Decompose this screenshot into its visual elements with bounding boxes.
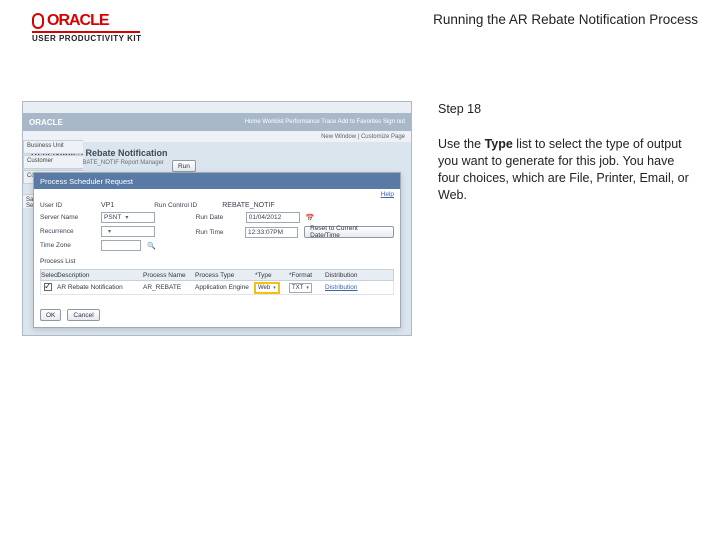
reset-datetime-button[interactable]: Reset to Current Date/Time <box>304 226 394 238</box>
step-label: Step 18 <box>438 101 698 118</box>
modal-top-grid: User ID VP1 Run Control ID REBATE_NOTIF <box>40 202 394 212</box>
row-description: AR Rebate Notification <box>55 284 143 291</box>
col-distribution: Distribution <box>325 272 393 279</box>
row-select-checkbox[interactable] <box>44 283 52 291</box>
modal-title: Process Scheduler Request <box>40 177 133 186</box>
page-toolbar-links[interactable]: New Window | Customize Page <box>321 134 405 140</box>
ok-button[interactable]: OK <box>40 309 61 321</box>
brandbar-links[interactable]: Home Worklist Performance Trace Add to F… <box>245 119 405 125</box>
row-recurrence: Recurrence <box>40 226 156 237</box>
doc-title: Running the AR Rebate Notification Proce… <box>433 12 698 27</box>
col-description: Description <box>55 272 143 279</box>
modal-sched-grid: Server Name PSNT Recurrence Time Zone <box>40 212 394 254</box>
logo-divider <box>32 31 140 33</box>
instruction-body: Use the Type list to select the type of … <box>438 136 698 204</box>
menubar-text <box>27 104 29 111</box>
tab-customer[interactable]: Customer <box>23 155 83 169</box>
oracle-o-icon <box>32 13 44 29</box>
format-select-value: TXT <box>292 285 303 291</box>
process-list-label: Process List <box>40 258 394 265</box>
instruction-column: Step 18 Use the Type list to select the … <box>438 101 698 336</box>
lbl-timezone: Time Zone <box>40 242 95 249</box>
modal-body: User ID VP1 Run Control ID REBATE_NOTIF <box>34 198 400 303</box>
row-runtime: Run Time 12:33:07PM Reset to Current Dat… <box>196 226 394 238</box>
oracle-wordmark: ORACLE <box>47 12 109 30</box>
col-format: *Format <box>289 272 325 279</box>
modal-sched-right: Run Date 01/04/2012 📅 Run Time 12:33:07P… <box>196 212 394 254</box>
row-runctl: Run Control ID REBATE_NOTIF <box>154 202 274 209</box>
col-select: Select <box>41 272 55 279</box>
brandbar-logo: ORACLE <box>29 118 63 127</box>
instruction-pre: Use the <box>438 137 485 151</box>
lookup-icon[interactable]: 🔍 <box>147 242 156 250</box>
modal-actions: OK Cancel <box>34 303 400 327</box>
row-distribution-link[interactable]: Distribution <box>325 284 393 291</box>
lbl-runctl: Run Control ID <box>154 202 216 209</box>
runtime-input[interactable]: 12:33:07PM <box>245 227 298 238</box>
oracle-logo: ORACLE <box>32 12 109 30</box>
row-server: Server Name PSNT <box>40 212 156 223</box>
type-select[interactable]: Web <box>255 283 279 293</box>
row-format-cell: TXT <box>289 283 325 293</box>
modal-top-left: User ID VP1 <box>40 202 114 212</box>
doc-header: ORACLE USER PRODUCTIVITY KIT Running the… <box>0 0 720 49</box>
row-process-type: Application Engine <box>195 284 255 291</box>
server-select-value: PSNT <box>104 214 121 221</box>
col-type: *Type <box>255 272 289 279</box>
row-select-cell <box>41 283 55 293</box>
modal-titlebar: Process Scheduler Request <box>34 173 400 189</box>
col-process-name: Process Name <box>143 272 195 279</box>
row-rundate: Run Date 01/04/2012 📅 <box>196 212 394 223</box>
modal-top-right: Run Control ID REBATE_NOTIF <box>154 202 274 212</box>
screenshot-column: ORACLE Home Worklist Performance Trace A… <box>22 101 412 336</box>
page-root: ORACLE USER PRODUCTIVITY KIT Running the… <box>0 0 720 540</box>
lbl-rundate: Run Date <box>196 214 240 221</box>
tab-business-unit[interactable]: Business Unit <box>23 140 83 154</box>
run-button[interactable]: Run <box>172 160 196 172</box>
lbl-userid: User ID <box>40 202 95 209</box>
process-list-row: AR Rebate Notification AR_REBATE Applica… <box>40 281 394 295</box>
body-row: ORACLE Home Worklist Performance Trace A… <box>0 49 720 336</box>
instruction-bold: Type <box>485 137 513 151</box>
recurrence-select[interactable] <box>101 226 155 237</box>
process-list-header: Select Description Process Name Process … <box>40 269 394 281</box>
row-type-cell: Web <box>255 283 289 293</box>
runtime-value: 12:33:07PM <box>248 229 283 236</box>
calendar-icon[interactable]: 📅 <box>306 214 315 222</box>
row-userid: User ID VP1 <box>40 202 114 209</box>
row-process-name: AR_REBATE <box>143 284 195 291</box>
lbl-runtime: Run Time <box>196 229 239 236</box>
browser-menubar <box>23 102 411 113</box>
lbl-recurrence: Recurrence <box>40 228 95 235</box>
process-scheduler-modal: Process Scheduler Request Help User ID V… <box>33 172 401 328</box>
rundate-value: 01/04/2012 <box>249 214 282 221</box>
cancel-button[interactable]: Cancel <box>67 309 99 321</box>
server-select[interactable]: PSNT <box>101 212 155 223</box>
timezone-input[interactable] <box>101 240 141 251</box>
rundate-input[interactable]: 01/04/2012 <box>246 212 300 223</box>
logo-subtitle: USER PRODUCTIVITY KIT <box>32 34 141 43</box>
modal-help-link[interactable]: Help <box>34 189 400 198</box>
col-process-type: Process Type <box>195 272 255 279</box>
oracle-logo-block: ORACLE USER PRODUCTIVITY KIT <box>32 12 141 43</box>
format-select[interactable]: TXT <box>289 283 312 293</box>
val-userid: VP1 <box>101 202 114 209</box>
type-select-value: Web <box>258 285 270 291</box>
app-brandbar: ORACLE Home Worklist Performance Trace A… <box>23 113 411 131</box>
modal-sched-left: Server Name PSNT Recurrence Time Zone <box>40 212 156 254</box>
val-runctl: REBATE_NOTIF <box>222 202 274 209</box>
app-screenshot: ORACLE Home Worklist Performance Trace A… <box>22 101 412 336</box>
row-timezone: Time Zone 🔍 <box>40 240 156 251</box>
lbl-server: Server Name <box>40 214 95 221</box>
